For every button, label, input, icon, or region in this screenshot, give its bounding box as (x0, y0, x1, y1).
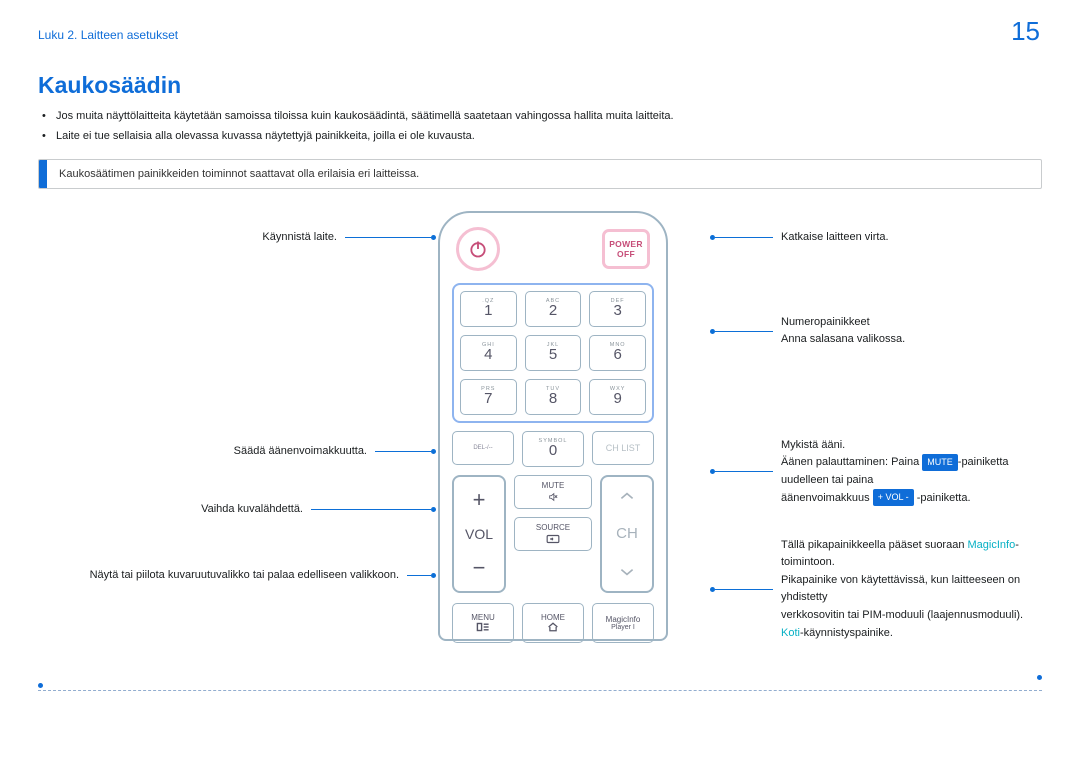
anno-menu: Näytä tai piilota kuvaruutuvalikko tai p… (90, 567, 399, 585)
anno-mute-line2: Äänen palauttaminen: Paina MUTE-painiket… (781, 456, 1009, 486)
intro-bullet: Jos muita näyttölaitteita käytetään samo… (42, 107, 1042, 127)
anno-mute-line3: äänenvoimakkuus + VOL - -painiketta. (781, 492, 971, 504)
magicinfo-button: MagicInfo Player I (592, 603, 654, 643)
del-key: DEL-/-- (452, 431, 514, 465)
anno-numpad-sub: Anna salasana valikossa. (781, 333, 905, 345)
anno-magicinfo: Tällä pikapainikkeella pääset suoraan Ma… (781, 539, 1019, 569)
note-box: Kaukosäätimen painikkeiden toiminnot saa… (38, 159, 1042, 189)
power-icon (468, 239, 488, 259)
mute-button: MUTE (514, 475, 592, 509)
anno-magicinfo-l3: verkkosovitin tai PIM-moduuli (laajennus… (781, 609, 1023, 621)
intro-bullet: Laite ei tue sellaisia alla olevassa kuv… (42, 127, 1042, 147)
anno-power-on: Käynnistä laite. (262, 229, 337, 247)
anno-source: Vaihda kuvalähdettä. (201, 501, 303, 519)
page-number: 15 (1011, 16, 1040, 47)
anno-magicinfo-l2: Pikapainike von käytettävissä, kun laitt… (781, 574, 1020, 604)
anno-volume: Säädä äänenvoimakkuutta. (234, 443, 367, 461)
chlist-key: CH LIST (592, 431, 654, 465)
zero-key: SYMBOL0 (522, 431, 584, 467)
anno-power-off: Katkaise laitteen virta. (781, 229, 889, 247)
remote-control-illustration: POWER OFF .QZ1 ABC2 DEF3 GHI4 JKL5 MNO6 … (438, 211, 668, 641)
menu-icon (476, 622, 490, 632)
source-button: SOURCE (514, 517, 592, 551)
home-button: HOME (522, 603, 584, 643)
power-off-button: POWER OFF (602, 229, 650, 269)
anno-numpad: Numeropainikkeet (781, 316, 870, 328)
volume-rocker: + VOL − (452, 475, 506, 593)
chapter-label: Luku 2. Laitteen asetukset (38, 28, 178, 42)
home-icon (546, 622, 560, 632)
section-title: Kaukosäädin (38, 72, 1042, 99)
power-button (456, 227, 500, 271)
channel-rocker: CH (600, 475, 654, 593)
menu-button: MENU (452, 603, 514, 643)
chevron-down-icon (619, 567, 635, 577)
chevron-up-icon (619, 491, 635, 501)
note-text: Kaukosäätimen painikkeiden toiminnot saa… (47, 168, 419, 180)
anno-mute: Mykistä ääni. (781, 439, 845, 451)
mute-icon (546, 492, 560, 502)
source-icon (546, 534, 560, 544)
anno-home: Koti-käynnistyspainike. (781, 627, 893, 639)
numpad: .QZ1 ABC2 DEF3 GHI4 JKL5 MNO6 PRS7 TUV8 … (460, 291, 646, 415)
